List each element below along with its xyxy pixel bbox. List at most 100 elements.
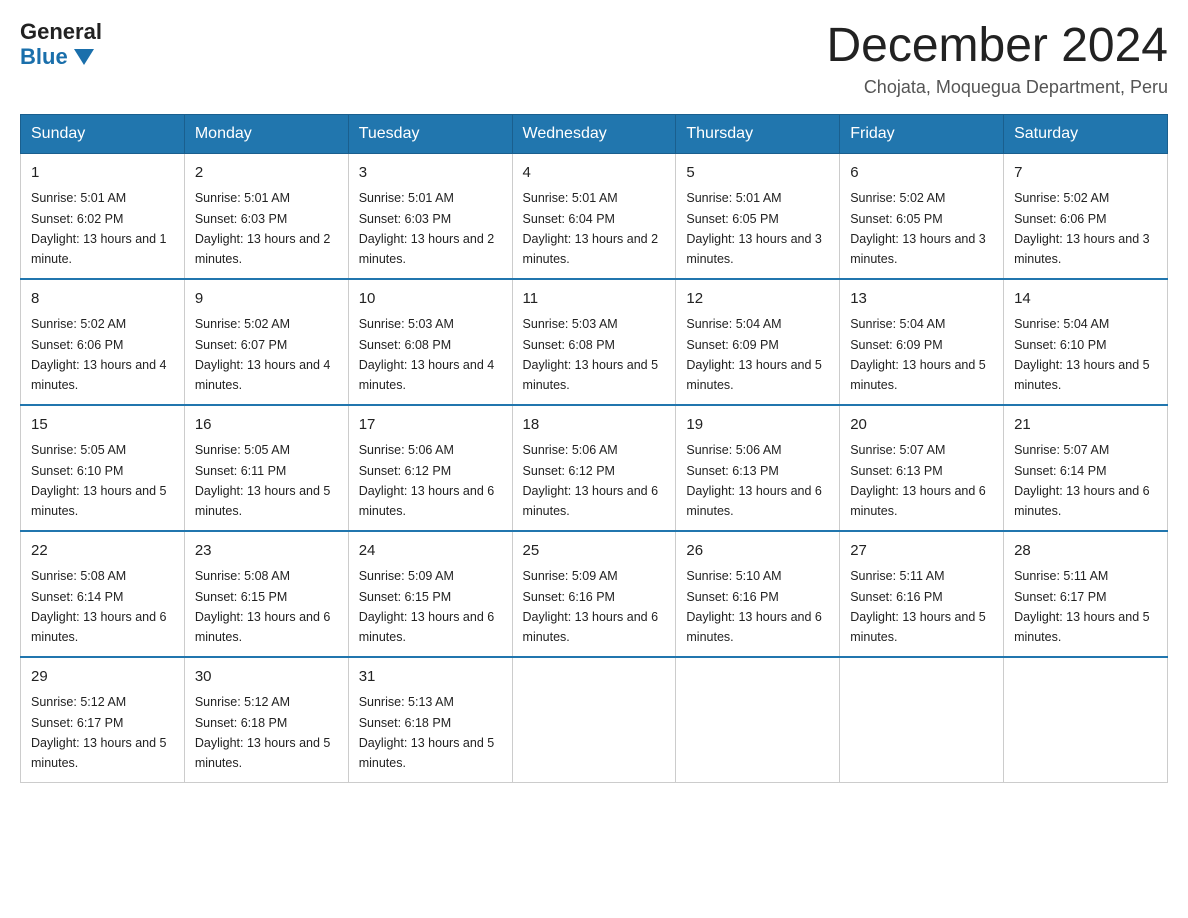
day-info: Sunrise: 5:12 AMSunset: 6:17 PMDaylight:… — [31, 695, 167, 770]
day-number: 6 — [850, 162, 993, 185]
day-number: 11 — [523, 288, 666, 311]
day-info: Sunrise: 5:13 AMSunset: 6:18 PMDaylight:… — [359, 695, 495, 770]
day-info: Sunrise: 5:10 AMSunset: 6:16 PMDaylight:… — [686, 569, 822, 644]
weekday-header-thursday: Thursday — [676, 114, 840, 153]
calendar-cell: 13 Sunrise: 5:04 AMSunset: 6:09 PMDaylig… — [840, 279, 1004, 405]
day-number: 17 — [359, 414, 502, 437]
day-number: 5 — [686, 162, 829, 185]
calendar-week-row: 1 Sunrise: 5:01 AMSunset: 6:02 PMDayligh… — [21, 153, 1168, 279]
logo: General Blue — [20, 20, 102, 70]
day-number: 12 — [686, 288, 829, 311]
calendar-week-row: 22 Sunrise: 5:08 AMSunset: 6:14 PMDaylig… — [21, 531, 1168, 657]
calendar-table: SundayMondayTuesdayWednesdayThursdayFrid… — [20, 114, 1168, 783]
calendar-cell: 30 Sunrise: 5:12 AMSunset: 6:18 PMDaylig… — [184, 657, 348, 783]
day-info: Sunrise: 5:03 AMSunset: 6:08 PMDaylight:… — [523, 317, 659, 392]
calendar-cell: 18 Sunrise: 5:06 AMSunset: 6:12 PMDaylig… — [512, 405, 676, 531]
weekday-header-sunday: Sunday — [21, 114, 185, 153]
day-number: 14 — [1014, 288, 1157, 311]
day-info: Sunrise: 5:01 AMSunset: 6:03 PMDaylight:… — [359, 191, 495, 266]
day-number: 15 — [31, 414, 174, 437]
calendar-week-row: 15 Sunrise: 5:05 AMSunset: 6:10 PMDaylig… — [21, 405, 1168, 531]
calendar-cell: 23 Sunrise: 5:08 AMSunset: 6:15 PMDaylig… — [184, 531, 348, 657]
day-number: 1 — [31, 162, 174, 185]
day-info: Sunrise: 5:01 AMSunset: 6:03 PMDaylight:… — [195, 191, 331, 266]
day-number: 16 — [195, 414, 338, 437]
calendar-cell: 10 Sunrise: 5:03 AMSunset: 6:08 PMDaylig… — [348, 279, 512, 405]
calendar-cell: 6 Sunrise: 5:02 AMSunset: 6:05 PMDayligh… — [840, 153, 1004, 279]
calendar-cell — [1004, 657, 1168, 783]
day-info: Sunrise: 5:03 AMSunset: 6:08 PMDaylight:… — [359, 317, 495, 392]
day-number: 4 — [523, 162, 666, 185]
day-info: Sunrise: 5:04 AMSunset: 6:09 PMDaylight:… — [686, 317, 822, 392]
weekday-header-monday: Monday — [184, 114, 348, 153]
day-info: Sunrise: 5:09 AMSunset: 6:16 PMDaylight:… — [523, 569, 659, 644]
calendar-cell: 26 Sunrise: 5:10 AMSunset: 6:16 PMDaylig… — [676, 531, 840, 657]
day-number: 21 — [1014, 414, 1157, 437]
calendar-cell: 28 Sunrise: 5:11 AMSunset: 6:17 PMDaylig… — [1004, 531, 1168, 657]
calendar-cell: 16 Sunrise: 5:05 AMSunset: 6:11 PMDaylig… — [184, 405, 348, 531]
day-number: 25 — [523, 540, 666, 563]
day-info: Sunrise: 5:05 AMSunset: 6:10 PMDaylight:… — [31, 443, 167, 518]
calendar-cell: 12 Sunrise: 5:04 AMSunset: 6:09 PMDaylig… — [676, 279, 840, 405]
location-title: Chojata, Moquegua Department, Peru — [826, 77, 1168, 98]
day-info: Sunrise: 5:08 AMSunset: 6:15 PMDaylight:… — [195, 569, 331, 644]
day-info: Sunrise: 5:02 AMSunset: 6:06 PMDaylight:… — [1014, 191, 1150, 266]
day-number: 24 — [359, 540, 502, 563]
day-info: Sunrise: 5:07 AMSunset: 6:14 PMDaylight:… — [1014, 443, 1150, 518]
calendar-cell: 31 Sunrise: 5:13 AMSunset: 6:18 PMDaylig… — [348, 657, 512, 783]
day-info: Sunrise: 5:07 AMSunset: 6:13 PMDaylight:… — [850, 443, 986, 518]
day-info: Sunrise: 5:11 AMSunset: 6:16 PMDaylight:… — [850, 569, 986, 644]
month-title: December 2024 — [826, 20, 1168, 73]
day-number: 9 — [195, 288, 338, 311]
weekday-header-tuesday: Tuesday — [348, 114, 512, 153]
day-info: Sunrise: 5:06 AMSunset: 6:13 PMDaylight:… — [686, 443, 822, 518]
calendar-cell: 17 Sunrise: 5:06 AMSunset: 6:12 PMDaylig… — [348, 405, 512, 531]
calendar-cell — [512, 657, 676, 783]
day-info: Sunrise: 5:02 AMSunset: 6:07 PMDaylight:… — [195, 317, 331, 392]
day-number: 20 — [850, 414, 993, 437]
calendar-cell: 20 Sunrise: 5:07 AMSunset: 6:13 PMDaylig… — [840, 405, 1004, 531]
calendar-cell: 15 Sunrise: 5:05 AMSunset: 6:10 PMDaylig… — [21, 405, 185, 531]
weekday-header-friday: Friday — [840, 114, 1004, 153]
day-info: Sunrise: 5:09 AMSunset: 6:15 PMDaylight:… — [359, 569, 495, 644]
weekday-header-wednesday: Wednesday — [512, 114, 676, 153]
day-number: 19 — [686, 414, 829, 437]
calendar-week-row: 8 Sunrise: 5:02 AMSunset: 6:06 PMDayligh… — [21, 279, 1168, 405]
day-number: 29 — [31, 666, 174, 689]
day-number: 23 — [195, 540, 338, 563]
day-number: 10 — [359, 288, 502, 311]
calendar-cell: 4 Sunrise: 5:01 AMSunset: 6:04 PMDayligh… — [512, 153, 676, 279]
calendar-cell: 2 Sunrise: 5:01 AMSunset: 6:03 PMDayligh… — [184, 153, 348, 279]
day-info: Sunrise: 5:05 AMSunset: 6:11 PMDaylight:… — [195, 443, 331, 518]
calendar-header-row: SundayMondayTuesdayWednesdayThursdayFrid… — [21, 114, 1168, 153]
calendar-cell — [676, 657, 840, 783]
day-number: 26 — [686, 540, 829, 563]
day-number: 13 — [850, 288, 993, 311]
day-info: Sunrise: 5:08 AMSunset: 6:14 PMDaylight:… — [31, 569, 167, 644]
day-info: Sunrise: 5:12 AMSunset: 6:18 PMDaylight:… — [195, 695, 331, 770]
day-number: 27 — [850, 540, 993, 563]
calendar-cell: 3 Sunrise: 5:01 AMSunset: 6:03 PMDayligh… — [348, 153, 512, 279]
day-number: 3 — [359, 162, 502, 185]
day-info: Sunrise: 5:01 AMSunset: 6:02 PMDaylight:… — [31, 191, 167, 266]
day-number: 28 — [1014, 540, 1157, 563]
logo-general-text: General — [20, 20, 102, 44]
page-header: General Blue December 2024 Chojata, Moqu… — [20, 20, 1168, 98]
day-number: 30 — [195, 666, 338, 689]
day-info: Sunrise: 5:01 AMSunset: 6:05 PMDaylight:… — [686, 191, 822, 266]
day-info: Sunrise: 5:06 AMSunset: 6:12 PMDaylight:… — [359, 443, 495, 518]
calendar-cell — [840, 657, 1004, 783]
calendar-cell: 5 Sunrise: 5:01 AMSunset: 6:05 PMDayligh… — [676, 153, 840, 279]
logo-triangle-icon — [74, 49, 94, 65]
day-number: 18 — [523, 414, 666, 437]
calendar-cell: 7 Sunrise: 5:02 AMSunset: 6:06 PMDayligh… — [1004, 153, 1168, 279]
calendar-cell: 14 Sunrise: 5:04 AMSunset: 6:10 PMDaylig… — [1004, 279, 1168, 405]
day-number: 7 — [1014, 162, 1157, 185]
day-number: 31 — [359, 666, 502, 689]
calendar-cell: 25 Sunrise: 5:09 AMSunset: 6:16 PMDaylig… — [512, 531, 676, 657]
title-block: December 2024 Chojata, Moquegua Departme… — [826, 20, 1168, 98]
weekday-header-saturday: Saturday — [1004, 114, 1168, 153]
day-info: Sunrise: 5:01 AMSunset: 6:04 PMDaylight:… — [523, 191, 659, 266]
calendar-cell: 8 Sunrise: 5:02 AMSunset: 6:06 PMDayligh… — [21, 279, 185, 405]
logo-blue-text: Blue — [20, 44, 94, 70]
